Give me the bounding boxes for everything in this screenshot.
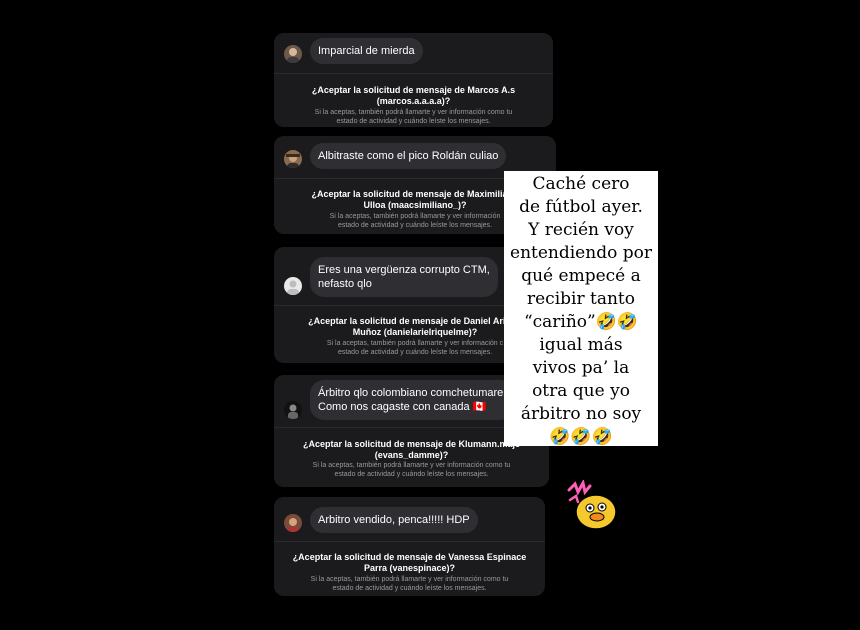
person-icon bbox=[287, 48, 299, 63]
message-bubble: Árbitro qlo colombiano comchetumare! Com… bbox=[310, 380, 515, 420]
avatar[interactable] bbox=[284, 514, 302, 532]
duck-sticker-icon bbox=[566, 478, 622, 532]
avatar[interactable] bbox=[284, 401, 302, 419]
request-subtitle: Si la aceptas, también podrá llamarte y … bbox=[312, 462, 511, 478]
story-text-overlay: Caché cero de fútbol ayer. Y recién voy … bbox=[504, 171, 658, 447]
request-title: ¿Aceptar la solicitud de mensaje de Vane… bbox=[292, 552, 527, 573]
divider bbox=[274, 73, 553, 74]
request-title: ¿Aceptar la solicitud de mensaje de Marc… bbox=[311, 85, 516, 106]
person-icon bbox=[288, 404, 298, 419]
message-request-card[interactable]: Arbitro vendido, penca!!!!! HDP ¿Aceptar… bbox=[274, 497, 545, 596]
request-subtitle: Si la aceptas, también podrá llamarte y … bbox=[310, 576, 509, 592]
message-bubble: Eres una vergüenza corrupto CTM, nefasto… bbox=[310, 257, 498, 297]
message-request-card[interactable]: Imparcial de mierda ¿Aceptar la solicitu… bbox=[274, 33, 553, 127]
avatar[interactable] bbox=[284, 45, 302, 63]
avatar[interactable] bbox=[284, 150, 302, 168]
person-icon bbox=[287, 518, 299, 532]
message-bubble: Imparcial de mierda bbox=[310, 38, 423, 64]
default-avatar-icon bbox=[287, 280, 299, 295]
divider bbox=[274, 541, 545, 542]
message-bubble: Arbitro vendido, penca!!!!! HDP bbox=[310, 507, 478, 533]
person-icon bbox=[286, 154, 300, 168]
request-subtitle: Si la aceptas, también podrá llamarte y … bbox=[314, 109, 513, 125]
message-bubble: Albitraste como el pico Roldán culiao bbox=[310, 143, 507, 169]
avatar[interactable] bbox=[284, 277, 302, 295]
